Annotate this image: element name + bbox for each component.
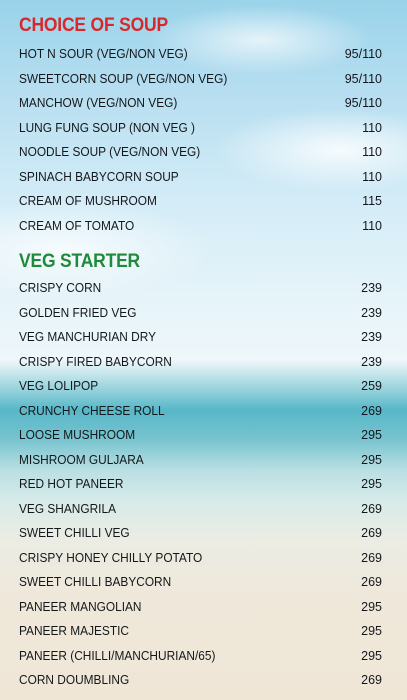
menu-item-name: PANEER MAJESTIC <box>19 624 129 638</box>
menu-item: PANEER (CHILLI/MANCHURIAN/65) 295 <box>19 646 382 666</box>
menu-item-name: CREAM OF TOMATO <box>19 218 135 233</box>
menu-item-price: 269 <box>361 575 382 589</box>
menu-item-price: 239 <box>361 281 382 295</box>
menu-item-name: SWEET CHILLI VEG <box>19 526 130 540</box>
menu-item-name: PANEER MANGOLIAN <box>19 599 142 614</box>
menu-item-price: 295 <box>361 599 382 614</box>
menu-item-price: 110 <box>362 145 382 159</box>
menu-item-price: 115 <box>362 194 382 208</box>
menu-item-name: VEG MANCHURIAN DRY <box>19 330 157 344</box>
menu-item: NOODLE SOUP (VEG/NON VEG) 110 <box>19 142 382 162</box>
menu-item: VEG MANCHURIAN DRY 239 <box>19 327 382 347</box>
menu-item-price: 295 <box>361 452 382 467</box>
menu-item-name: VEG LOLIPOP <box>19 379 99 393</box>
menu-item: CREAM OF TOMATO 110 <box>19 216 382 236</box>
menu-item-name: SWEET CHILLI BABYCORN <box>19 575 172 589</box>
menu-item-price: 295 <box>361 648 382 663</box>
menu-item: SWEET CHILLI BABYCORN 269 <box>19 572 382 592</box>
menu-item-price: 110 <box>362 169 382 184</box>
menu-item: SPINACH BABYCORN SOUP 110 <box>19 167 382 187</box>
menu-item-price: 239 <box>361 330 382 344</box>
menu-item: VEG SHANGRILA 269 <box>19 499 382 519</box>
menu-item: MANCHOW (VEG/NON VEG) 95/110 <box>19 93 382 113</box>
menu-item-name: MANCHOW (VEG/NON VEG) <box>19 96 178 110</box>
menu-item-name: LUNG FUNG SOUP (NON VEG ) <box>19 120 195 135</box>
menu-item-name: HOT N SOUR (VEG/NON VEG) <box>19 47 188 61</box>
menu-item-price: 110 <box>362 120 382 135</box>
menu-item-price: 269 <box>361 673 382 687</box>
menu-item: CRISPY FIRED BABYCORN 239 <box>19 352 382 372</box>
menu-item-price: 269 <box>361 501 382 516</box>
menu-item-price: 110 <box>362 218 382 233</box>
menu-item-price: 95/110 <box>344 96 382 110</box>
menu-item: CRISPY CORN 239 <box>19 278 382 298</box>
menu-item-price: 269 <box>361 526 382 540</box>
menu-item-price: 295 <box>361 624 382 638</box>
menu-item-price: 259 <box>361 379 382 393</box>
menu-item-name: LOOSE MUSHROOM <box>19 428 136 442</box>
menu-item: SWEETCORN SOUP (VEG/NON VEG) 95/110 <box>19 69 382 89</box>
menu-item: CRISPY HONEY CHILLY POTATO 269 <box>19 548 382 568</box>
soup-section-title: CHOICE OF SOUP <box>19 15 168 36</box>
menu-item-name: GOLDEN FRIED VEG <box>19 305 137 320</box>
menu-item: LOOSE MUSHROOM 295 <box>19 425 382 445</box>
menu-item: CRUNCHY CHEESE ROLL 269 <box>19 401 382 421</box>
menu-item-price: 295 <box>361 428 382 442</box>
menu-item-price: 239 <box>361 354 382 369</box>
menu-item: RED HOT PANEER 295 <box>19 474 382 494</box>
menu-item-name: CRUNCHY CHEESE ROLL <box>19 403 165 418</box>
menu-item-name: SWEETCORN SOUP (VEG/NON VEG) <box>19 71 228 86</box>
menu-item-name: CRISPY HONEY CHILLY POTATO <box>19 550 203 565</box>
menu-item: SWEET CHILLI VEG 269 <box>19 523 382 543</box>
menu-item-name: SPINACH BABYCORN SOUP <box>19 169 179 184</box>
menu-item: LUNG FUNG SOUP (NON VEG ) 110 <box>19 118 382 138</box>
menu-item: PANEER MAJESTIC 295 <box>19 621 382 641</box>
menu-item: VEG LOLIPOP 259 <box>19 376 382 396</box>
menu-item: HOT N SOUR (VEG/NON VEG) 95/110 <box>19 44 382 64</box>
menu-item-price: 269 <box>361 403 382 418</box>
menu-item: CORN DOUMBLING 269 <box>19 670 382 690</box>
menu-item-name: MISHROOM GULJARA <box>19 452 144 467</box>
menu-item-name: CORN DOUMBLING <box>19 673 130 687</box>
menu-item-name: CRISPY FIRED BABYCORN <box>19 354 172 369</box>
menu-item-price: 295 <box>361 477 382 491</box>
veg-starter-section-title: VEG STARTER <box>19 251 140 272</box>
menu-item: GOLDEN FRIED VEG 239 <box>19 303 382 323</box>
menu-item-price: 269 <box>361 550 382 565</box>
menu-item-price: 95/110 <box>344 71 382 86</box>
menu-item: CREAM OF MUSHROOM 115 <box>19 191 382 211</box>
menu-item-name: VEG SHANGRILA <box>19 501 117 516</box>
menu-item-price: 239 <box>361 305 382 320</box>
menu-item-name: NOODLE SOUP (VEG/NON VEG) <box>19 145 201 159</box>
menu-item: MISHROOM GULJARA 295 <box>19 450 382 470</box>
menu-page: CHOICE OF SOUP HOT N SOUR (VEG/NON VEG) 9… <box>0 0 407 700</box>
menu-item: PANEER MANGOLIAN 295 <box>19 597 382 617</box>
menu-item-name: PANEER (CHILLI/MANCHURIAN/65) <box>19 648 216 663</box>
menu-item-price: 95/110 <box>344 47 382 61</box>
menu-item-name: CREAM OF MUSHROOM <box>19 194 157 208</box>
menu-item-name: CRISPY CORN <box>19 281 102 295</box>
menu-item-name: RED HOT PANEER <box>19 477 124 491</box>
